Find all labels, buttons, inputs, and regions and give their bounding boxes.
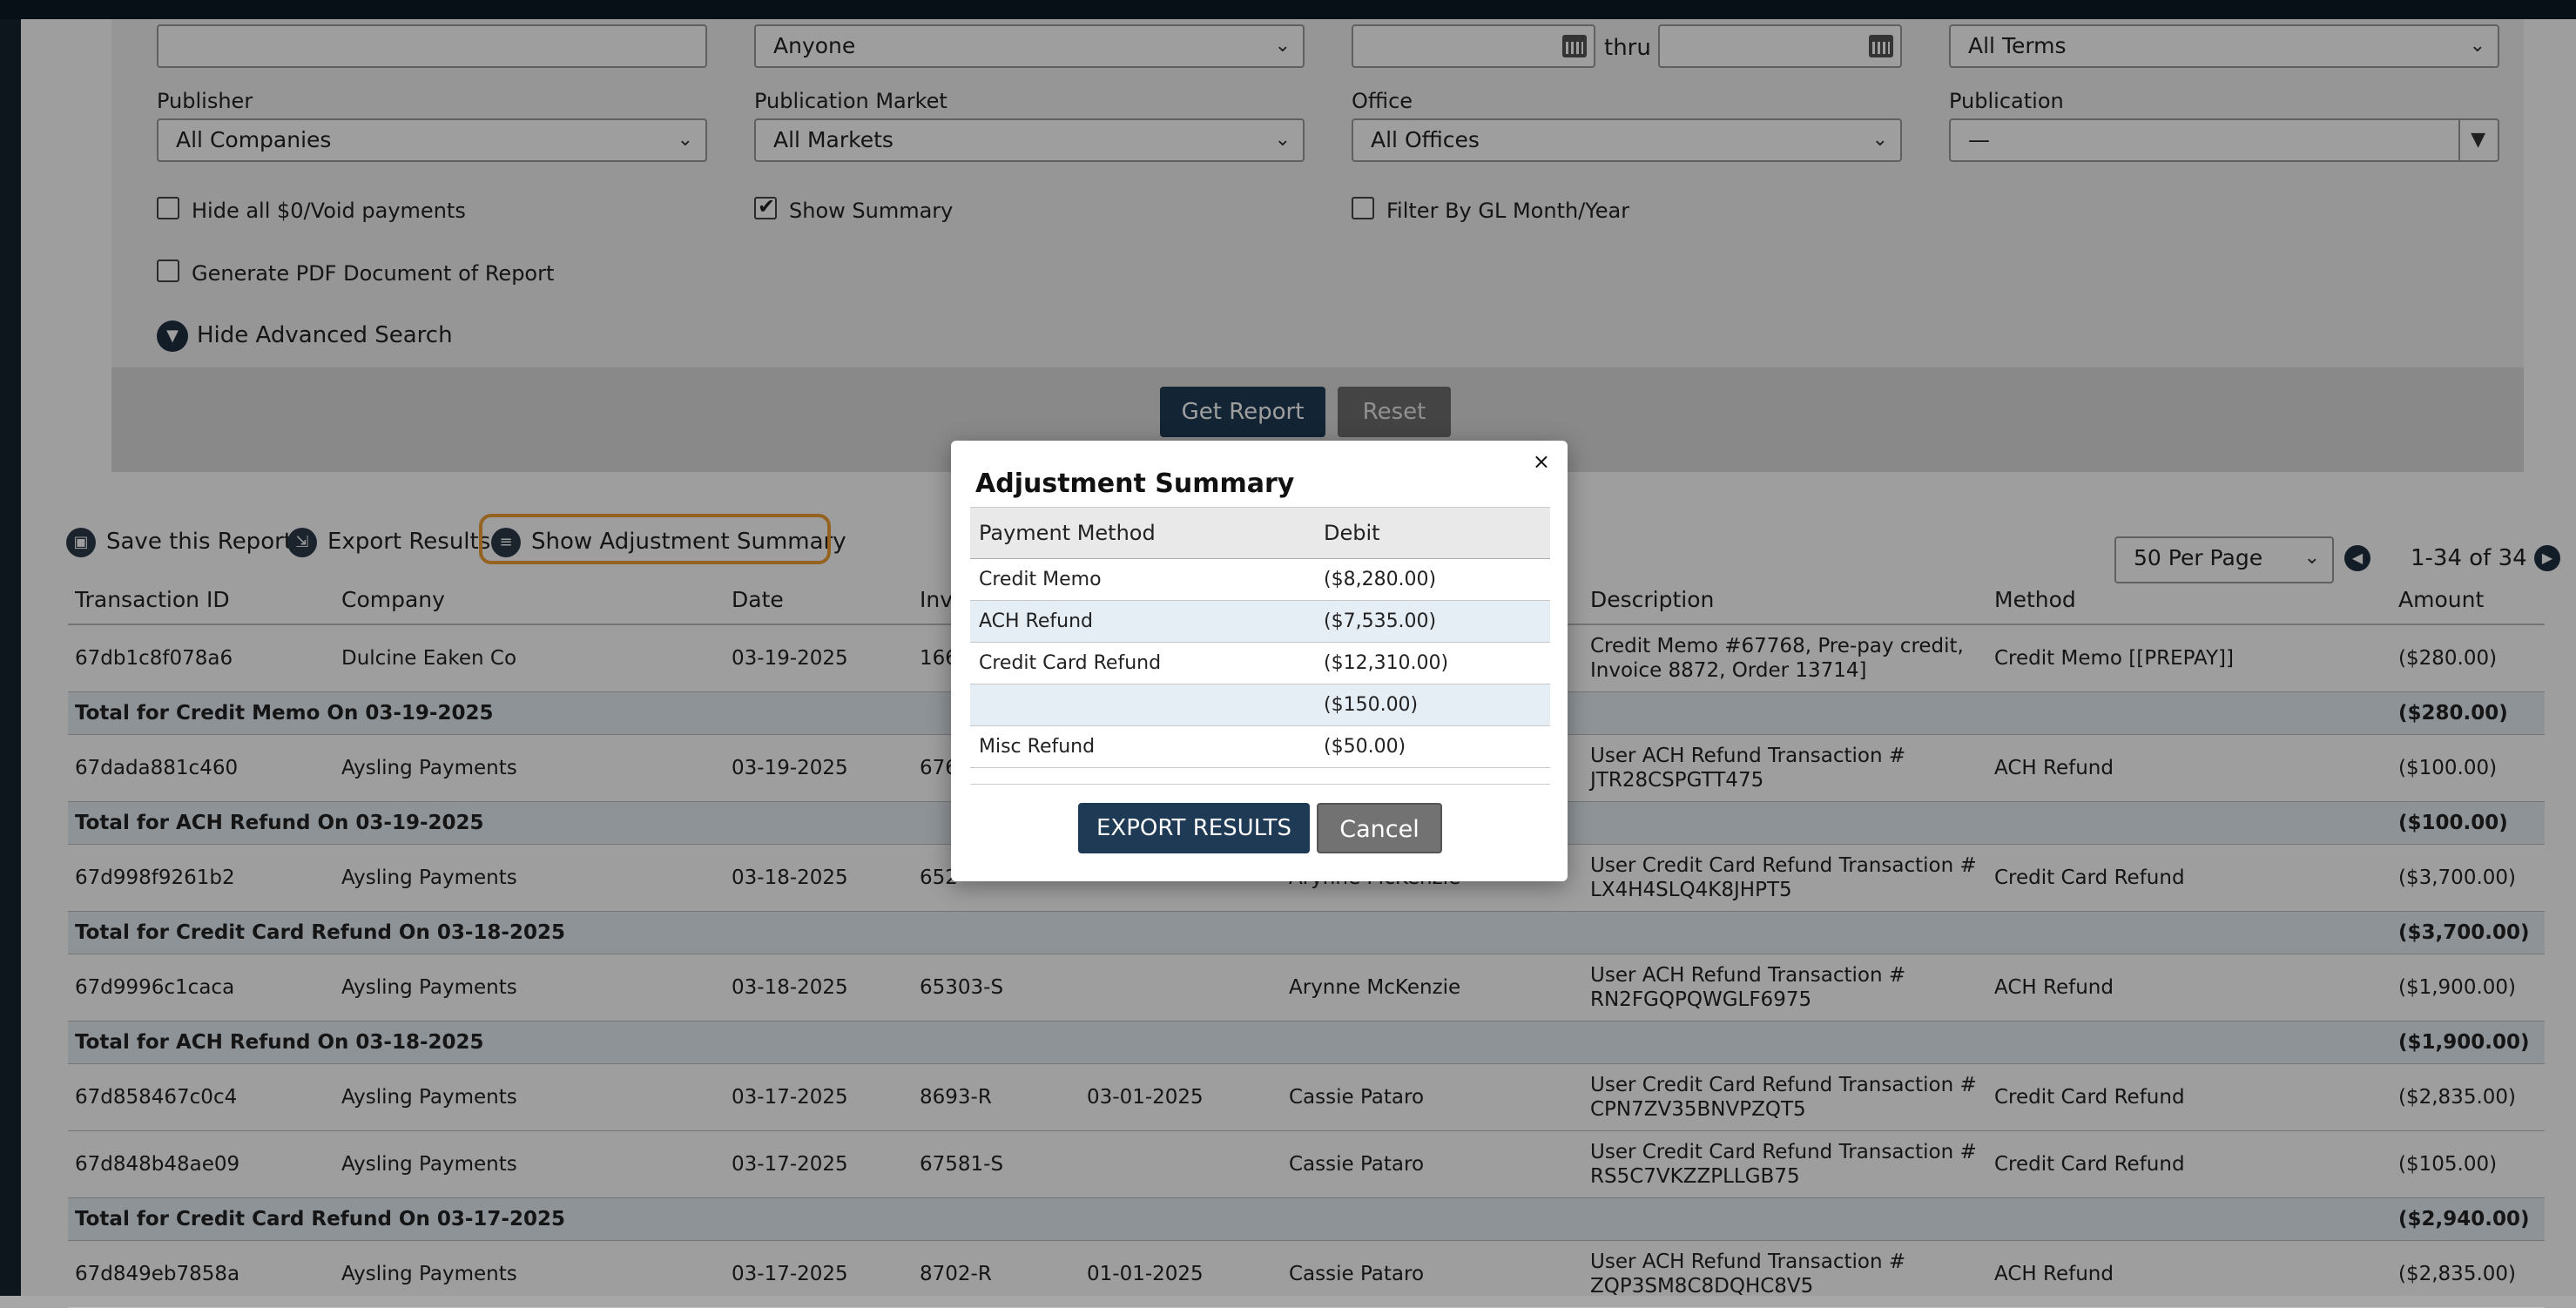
adjustment-summary-table: Payment Method Debit Credit Memo ($8,280…: [970, 507, 1550, 768]
debit-header: Debit: [1315, 507, 1550, 559]
summary-row: ACH Refund ($7,535.00): [970, 600, 1550, 643]
export-results-button[interactable]: EXPORT RESULTS: [1078, 803, 1310, 853]
debit: ($7,535.00): [1315, 600, 1550, 643]
debit: ($12,310.00): [1315, 642, 1550, 684]
payment-method: [970, 684, 1315, 726]
close-icon[interactable]: ×: [1533, 449, 1550, 474]
payment-method-header: Payment Method: [970, 507, 1315, 559]
payment-method: ACH Refund: [970, 600, 1315, 643]
payment-method: Credit Memo: [970, 558, 1315, 601]
debit: ($50.00): [1315, 725, 1550, 768]
summary-row: Credit Card Refund ($12,310.00): [970, 642, 1550, 684]
summary-row: Credit Memo ($8,280.00): [970, 558, 1550, 601]
debit: ($8,280.00): [1315, 558, 1550, 601]
summary-row: ($150.00): [970, 684, 1550, 726]
adjustment-summary-modal: × Adjustment Summary Payment Method Debi…: [951, 441, 1568, 881]
cancel-button[interactable]: Cancel: [1317, 803, 1442, 853]
payment-method: Misc Refund: [970, 725, 1315, 768]
payment-method: Credit Card Refund: [970, 642, 1315, 684]
summary-row: Misc Refund ($50.00): [970, 725, 1550, 768]
debit: ($150.00): [1315, 684, 1550, 726]
summary-header-row: Payment Method Debit: [970, 507, 1550, 559]
modal-divider: [970, 784, 1550, 785]
modal-title: Adjustment Summary: [975, 469, 1295, 499]
